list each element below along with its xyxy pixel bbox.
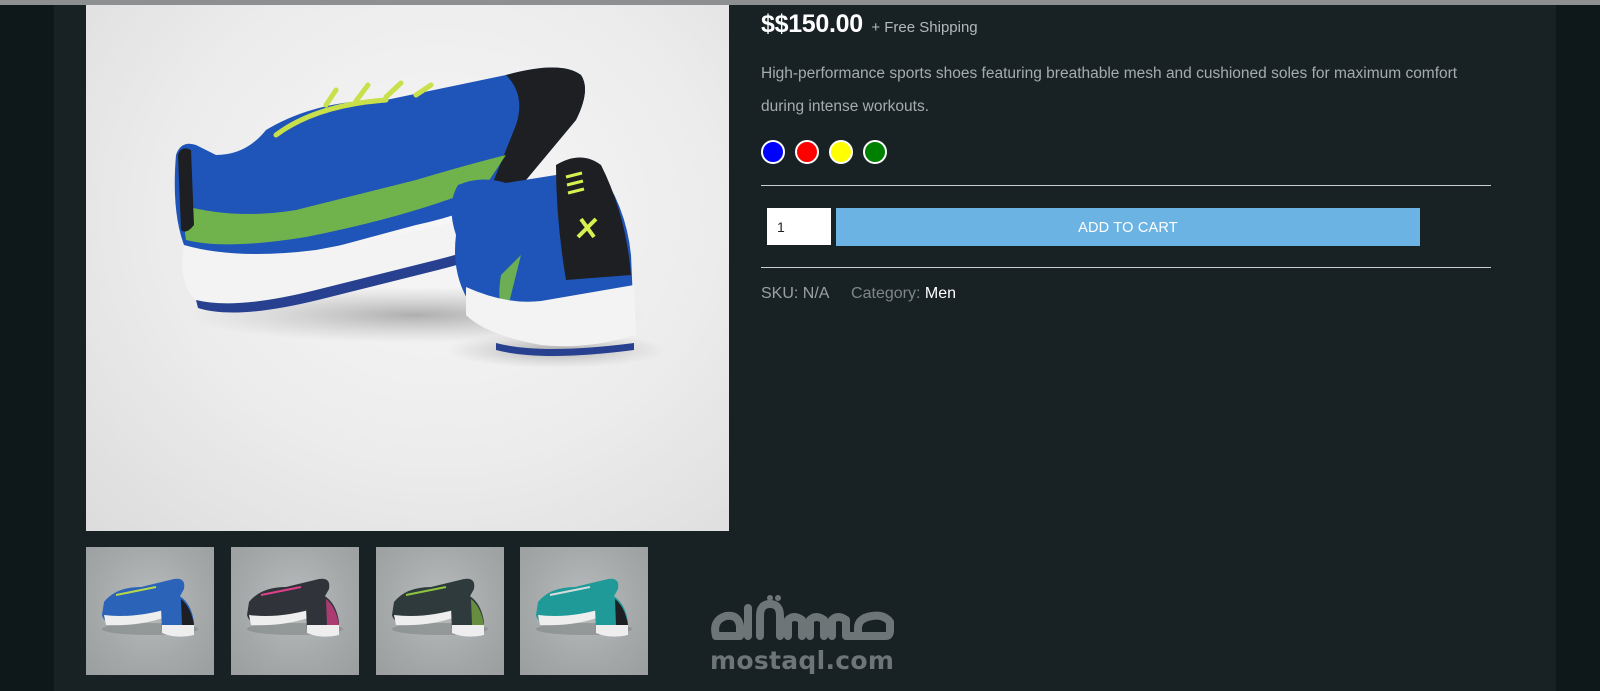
product-meta: SKU: N/A Category: Men	[761, 285, 956, 303]
mostaql-latin-text: mostaql.com	[710, 646, 895, 675]
shoe-thumbnail-image	[102, 578, 198, 637]
shoe-thumbnail-image	[247, 578, 343, 637]
color-swatch-yellow[interactable]	[829, 140, 853, 164]
sku-label: SKU:	[761, 285, 799, 302]
shoes-pink-thumbnail[interactable]	[231, 547, 359, 675]
product-description: High-performance sports shoes featuring …	[761, 65, 1458, 115]
quantity-input[interactable]	[767, 208, 831, 245]
shoes-green-thumbnail[interactable]	[376, 547, 504, 675]
divider-top	[761, 185, 1491, 186]
color-swatch-green[interactable]	[863, 140, 887, 164]
sku-value: N/A	[802, 285, 829, 302]
category-link[interactable]: Men	[925, 285, 956, 302]
color-swatch-blue[interactable]	[761, 140, 785, 164]
shoe-thumbnail-image	[536, 578, 632, 637]
shipping-note: + Free Shipping	[871, 19, 978, 36]
mostaql-watermark: mostaql.com	[708, 594, 894, 676]
price-row: $$150.00 + Free Shipping	[761, 10, 978, 39]
product-main-image[interactable]	[86, 5, 729, 531]
divider-bottom	[761, 267, 1491, 268]
product-price: $$150.00	[761, 10, 863, 38]
shoes-teal-thumbnail[interactable]	[520, 547, 648, 675]
shoe-thumbnail-image	[392, 578, 488, 637]
shoes-blue-thumbnail[interactable]	[86, 547, 214, 675]
mostaql-arabic-logo	[711, 595, 894, 640]
running-shoes-image	[174, 67, 666, 368]
color-swatch-red[interactable]	[795, 140, 819, 164]
add-to-cart-button[interactable]: ADD TO CART	[836, 208, 1420, 246]
category-label: Category:	[851, 285, 921, 302]
